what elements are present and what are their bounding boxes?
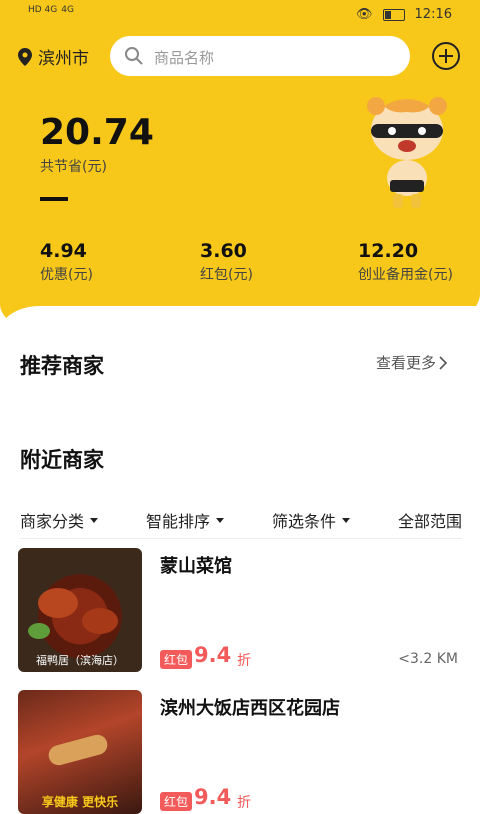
view-more-link[interactable]: 查看更多 bbox=[376, 352, 448, 373]
stat-discount: 4.94 优惠(元) bbox=[40, 240, 93, 284]
filter-conditions[interactable]: 筛选条件 bbox=[272, 504, 350, 536]
signal-indicators: HD 4G 4G bbox=[28, 5, 74, 15]
shop-list-item[interactable]: 享健康 更快乐 滨州大饭店西区花园店 红包 9.4 折 bbox=[18, 690, 462, 814]
discount-unit: 折 bbox=[237, 795, 251, 811]
filter-label: 筛选条件 bbox=[271, 512, 336, 531]
shop-distance: <3.2 KM bbox=[398, 651, 458, 667]
stat-value: 3.60 bbox=[200, 240, 247, 262]
filter-label: 智能排序 bbox=[145, 512, 210, 531]
add-icon[interactable] bbox=[432, 42, 460, 70]
city-name: 滨州市 bbox=[38, 49, 89, 69]
thumb-caption: 福鸭居（滨海店） bbox=[36, 654, 124, 667]
city-selector[interactable]: 滨州市 bbox=[18, 44, 89, 69]
shop-name: 滨州大饭店西区花园店 bbox=[160, 698, 340, 719]
search-icon bbox=[125, 47, 143, 65]
tiger-mascot-icon bbox=[367, 97, 447, 208]
nearby-title: 附近商家 bbox=[20, 448, 104, 472]
caret-down-icon bbox=[216, 517, 224, 523]
eye-icon: 👁 bbox=[356, 7, 373, 22]
filter-range[interactable]: 全部范围 bbox=[398, 504, 462, 536]
stat-reserve-fund: 12.20 创业备用金(元) bbox=[358, 240, 453, 284]
signal-left: HD 4G bbox=[28, 5, 58, 15]
filter-sort[interactable]: 智能排序 bbox=[146, 504, 224, 536]
discount-value: 9.4 bbox=[194, 785, 232, 809]
stat-value: 4.94 bbox=[40, 240, 87, 262]
chevron-right-icon bbox=[439, 355, 448, 370]
caret-down-icon bbox=[90, 517, 99, 523]
signal-right: 4G bbox=[61, 5, 74, 15]
filter-label: 商家分类 bbox=[20, 512, 85, 531]
discount-unit: 折 bbox=[237, 653, 251, 669]
filter-label: 全部范围 bbox=[397, 512, 462, 531]
location-pin-icon bbox=[18, 47, 32, 66]
stat-value: 12.20 bbox=[358, 240, 419, 262]
divider bbox=[20, 538, 462, 539]
recommended-title: 推荐商家 bbox=[20, 354, 104, 378]
status-time: 12:16 bbox=[414, 7, 452, 22]
search-placeholder: 商品名称 bbox=[154, 49, 215, 67]
shop-thumbnail: 享健康 更快乐 bbox=[18, 690, 142, 814]
view-more-label: 查看更多 bbox=[376, 354, 437, 372]
filter-category[interactable]: 商家分类 bbox=[20, 504, 99, 536]
shop-thumbnail: 福鸭居（滨海店） bbox=[18, 548, 142, 672]
red-packet-badge: 红包 bbox=[160, 650, 193, 669]
stat-label: 红包(元) bbox=[200, 267, 253, 283]
stat-red-packet: 3.60 红包(元) bbox=[200, 240, 253, 284]
search-input[interactable]: 商品名称 bbox=[110, 36, 410, 76]
status-bar: HD 4G 4G 👁 12:16 bbox=[0, 0, 480, 32]
battery-icon bbox=[382, 8, 405, 21]
filter-bar: 商家分类 智能排序 筛选条件 全部范围 bbox=[20, 504, 462, 536]
thumb-caption: 享健康 更快乐 bbox=[41, 795, 119, 809]
red-packet-badge: 红包 bbox=[160, 792, 193, 811]
shop-name: 蒙山菜馆 bbox=[160, 556, 232, 577]
divider-dash bbox=[40, 197, 68, 201]
stat-label: 优惠(元) bbox=[40, 267, 93, 283]
total-savings-label: 共节省(元) bbox=[40, 159, 107, 175]
stat-label: 创业备用金(元) bbox=[358, 267, 453, 283]
total-savings: 20.74 bbox=[40, 112, 154, 153]
discount-value: 9.4 bbox=[194, 643, 232, 667]
shop-list-item[interactable]: 福鸭居（滨海店） 蒙山菜馆 红包 9.4 折 <3.2 KM bbox=[18, 548, 462, 672]
caret-down-icon bbox=[341, 517, 350, 523]
